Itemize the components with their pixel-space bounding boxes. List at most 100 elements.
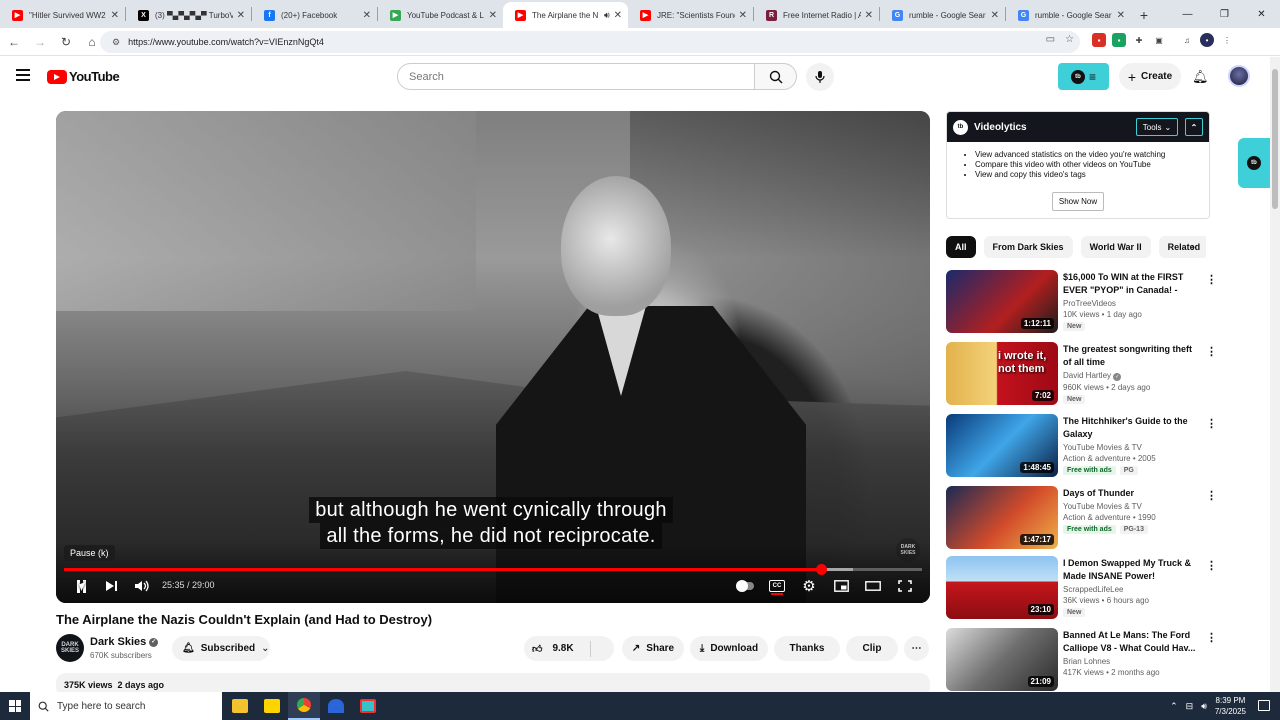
thanks-button[interactable]: Thanks	[774, 636, 840, 661]
recommendation-title[interactable]: The greatest songwriting theft of all ti…	[1063, 343, 1198, 369]
like-button[interactable]: 👍︎ 9.8K	[524, 636, 614, 661]
close-tab-icon[interactable]: ✕	[1117, 10, 1125, 21]
taskbar-search-input[interactable]: Type here to search	[30, 692, 222, 720]
more-options-icon[interactable]: ⋮	[1206, 559, 1217, 572]
close-tab-icon[interactable]: ✕	[739, 10, 747, 21]
recommendation-title[interactable]: The Hitchhiker's Guide to the Galaxy	[1063, 415, 1198, 441]
channel-name[interactable]: Dark Skies ✓	[90, 636, 159, 648]
recommendation-channel[interactable]: YouTube Movies & TV	[1063, 443, 1198, 452]
voice-search-button[interactable]	[806, 63, 834, 91]
theater-mode-button[interactable]	[864, 577, 882, 595]
notifications-bell-icon[interactable]: 🔔︎	[1192, 69, 1209, 85]
forward-icon[interactable]: →	[28, 30, 52, 54]
volume-button[interactable]	[134, 577, 150, 595]
video-player[interactable]: but although he went cynically through a…	[56, 111, 930, 603]
puzzle-icon[interactable]: ✚	[1132, 33, 1146, 47]
recommendation-channel[interactable]: YouTube Movies & TV	[1063, 502, 1198, 511]
recommendation-channel[interactable]: ScrappedLifeLee	[1063, 585, 1198, 594]
recommendation-title[interactable]: Banned At Le Mans: The Ford Calliope V8 …	[1063, 629, 1198, 655]
search-input[interactable]: Search	[397, 63, 755, 90]
recommendation-item[interactable]: 1:47:17 Days of Thunder YouTube Movies & T…	[946, 486, 1217, 550]
minimize-icon[interactable]: —	[1169, 0, 1206, 28]
close-tab-icon[interactable]: ✕	[991, 10, 999, 21]
browser-tab[interactable]: X (3) ▀▄▀▄▀▄▀ TurboV ✕	[126, 2, 251, 28]
site-info-icon[interactable]: ⚙	[112, 37, 120, 48]
browser-tab[interactable]: Grumble - Google Sear ✕	[1006, 2, 1131, 28]
close-window-icon[interactable]: ✕	[1243, 0, 1280, 28]
tubebuddy-side-tab[interactable]: tb	[1238, 138, 1270, 188]
close-tab-icon[interactable]: ✕	[865, 10, 873, 21]
create-button[interactable]: + Create	[1119, 63, 1181, 90]
browser-tab[interactable]: ▶ YouTube Podcast & L ✕	[378, 2, 503, 28]
video-thumbnail[interactable]: 1:47:17	[946, 486, 1058, 549]
bookmark-star-icon[interactable]: ☆	[1065, 34, 1074, 45]
captions-button[interactable]: CC	[768, 577, 786, 595]
share-button[interactable]: ↗ Share	[622, 636, 684, 661]
close-tab-icon[interactable]: ✕	[489, 10, 497, 21]
chrome-taskbar-icon[interactable]	[288, 692, 320, 720]
close-tab-icon[interactable]: ✕	[237, 10, 245, 21]
cast-icon[interactable]: ▭	[1046, 34, 1055, 45]
browser-tab[interactable]: ▶ JRE: "Scientists Found ✕	[628, 2, 753, 28]
more-options-icon[interactable]: ⋮	[1206, 273, 1217, 286]
progress-bar[interactable]	[64, 564, 922, 575]
profile-icon[interactable]: •	[1200, 33, 1214, 47]
next-button[interactable]	[104, 577, 118, 595]
recommendation-item[interactable]: 1:12:11 $16,000 To WIN at the FIRST EVER …	[946, 270, 1217, 334]
settings-button[interactable]: ⚙	[800, 577, 818, 595]
sidepanel-icon[interactable]: ▣	[1152, 33, 1166, 47]
file-explorer-icon[interactable]	[224, 692, 256, 720]
more-options-icon[interactable]: ⋮	[1206, 631, 1217, 644]
hamburger-menu-icon[interactable]	[16, 69, 30, 81]
subscribed-button[interactable]: 🔔︎ Subscribed ⌄	[172, 636, 270, 661]
more-options-icon[interactable]: ⋮	[1206, 417, 1217, 430]
more-actions-button[interactable]: ⋯	[904, 636, 929, 661]
clip-button[interactable]: Clip	[846, 636, 898, 661]
recommendation-title[interactable]: Days of Thunder	[1063, 487, 1198, 500]
sticky-notes-icon[interactable]	[256, 692, 288, 720]
autoplay-toggle[interactable]	[734, 577, 756, 595]
recommendation-item[interactable]: i wrote it, not them 7:02 The greatest son…	[946, 342, 1217, 406]
youtube-logo[interactable]: YouTube	[47, 69, 120, 84]
extension-icon[interactable]: ▪	[1112, 33, 1126, 47]
video-thumbnail[interactable]: 1:12:11	[946, 270, 1058, 333]
tools-dropdown[interactable]: Tools ⌄	[1136, 118, 1178, 136]
thumbs-down-icon[interactable]	[603, 643, 606, 654]
taskbar-clock[interactable]: 8:39 PM 7/3/2025	[1215, 695, 1246, 717]
start-button[interactable]	[0, 692, 30, 720]
speaker-icon[interactable]: 🔊︎	[1201, 701, 1207, 712]
video-thumbnail[interactable]: 23:10	[946, 556, 1058, 619]
chevron-right-icon[interactable]: ›	[1191, 240, 1195, 254]
recommendation-item[interactable]: 23:10 I Demon Swapped My Truck & Made INS…	[946, 556, 1217, 620]
scrollbar-thumb[interactable]	[1272, 69, 1278, 209]
recommendation-channel[interactable]: ProTreeVideos	[1063, 299, 1198, 308]
collapse-button[interactable]: ⌃	[1185, 118, 1203, 136]
close-tab-icon[interactable]: ✕	[614, 10, 622, 21]
recommendation-channel[interactable]: David Hartley ✓	[1063, 371, 1198, 381]
tubebuddy-button[interactable]: tb ≡	[1058, 63, 1109, 90]
restore-icon[interactable]: ❐	[1206, 0, 1243, 28]
app-icon[interactable]	[352, 692, 384, 720]
media-icon[interactable]: ♫	[1180, 33, 1194, 47]
recommendation-title[interactable]: I Demon Swapped My Truck & Made INSANE P…	[1063, 557, 1198, 583]
video-thumbnail[interactable]: 21:09	[946, 628, 1058, 691]
search-button[interactable]	[755, 63, 797, 90]
chevron-up-icon[interactable]: ⌃	[1170, 701, 1178, 712]
show-now-button[interactable]: Show Now	[1052, 192, 1104, 211]
video-thumbnail[interactable]: 1:48:45	[946, 414, 1058, 477]
extension-icon[interactable]: ▪	[1092, 33, 1106, 47]
account-avatar[interactable]	[1228, 65, 1250, 87]
more-options-icon[interactable]: ⋮	[1206, 489, 1217, 502]
browser-tab[interactable]: f (20+) Facebook ✕	[252, 2, 377, 28]
menu-dots-icon[interactable]: ⋮	[1220, 33, 1234, 47]
download-button[interactable]: ⤓ Download	[690, 636, 768, 661]
close-tab-icon[interactable]: ✕	[111, 10, 119, 21]
back-icon[interactable]: ←	[2, 30, 26, 54]
network-icon[interactable]: ⊟	[1186, 701, 1194, 712]
close-tab-icon[interactable]: ✕	[363, 10, 371, 21]
more-options-icon[interactable]: ⋮	[1206, 345, 1217, 358]
recommendation-item[interactable]: 1:48:45 The Hitchhiker's Guide to the Gal…	[946, 414, 1217, 478]
browser-tab[interactable]: Grumble - Google Sear ✕	[880, 2, 1005, 28]
reload-icon[interactable]: ↻	[54, 30, 78, 54]
tab-audio-icon[interactable]: 🔊︎	[604, 10, 610, 21]
